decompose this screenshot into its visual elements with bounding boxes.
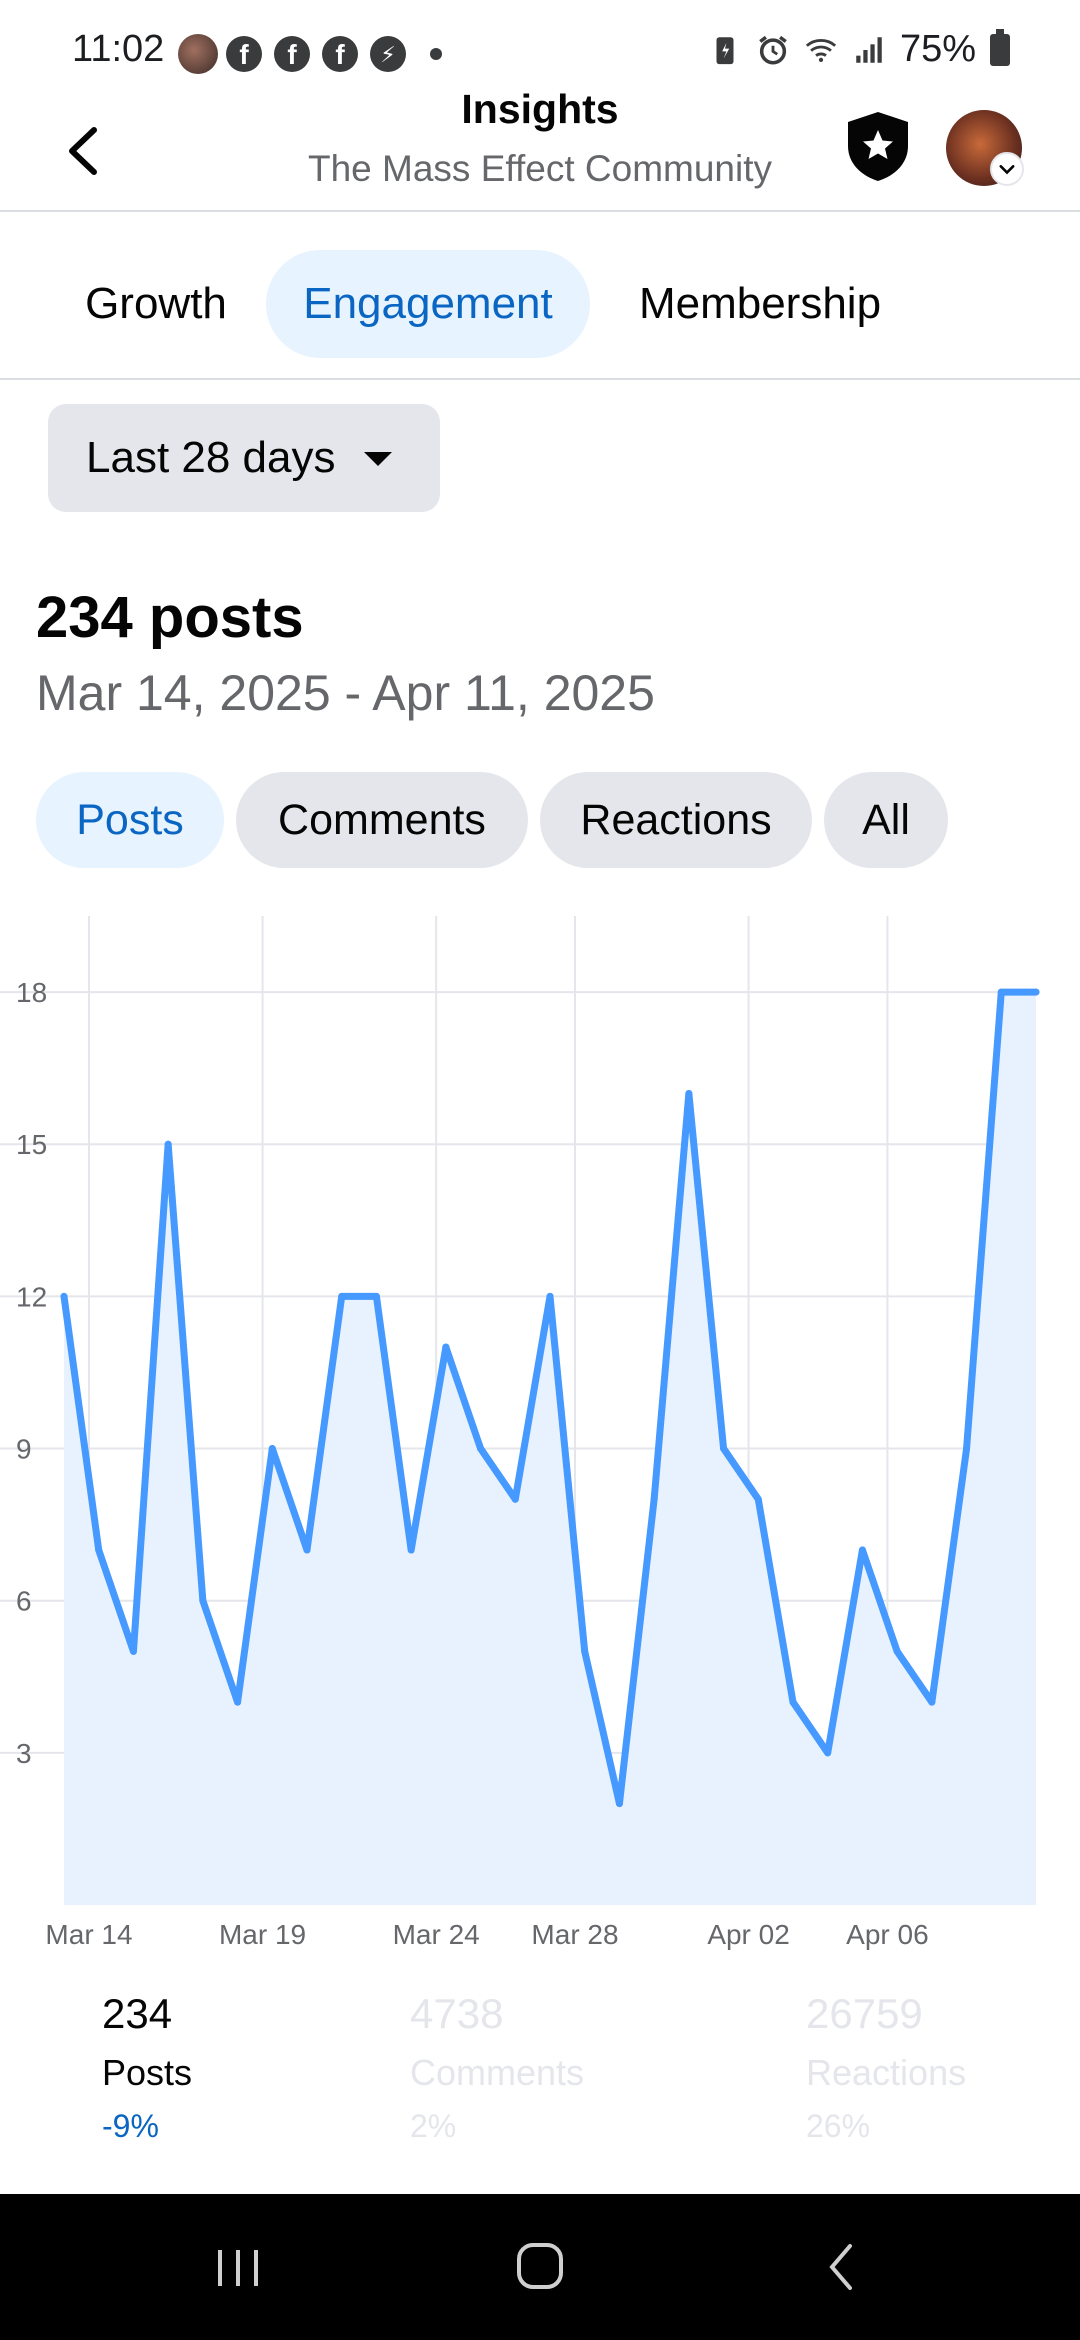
chart-data-point — [234, 1698, 242, 1706]
chart-x-tick-label: Apr 06 — [846, 1919, 929, 1950]
stat-posts[interactable]: 234 Posts -9% — [102, 1990, 192, 2145]
chart-data-point — [60, 1292, 68, 1300]
date-range-dropdown[interactable]: Last 28 days — [48, 404, 440, 512]
tab-engagement[interactable]: Engagement — [266, 250, 590, 358]
chart-y-tick-label: 12 — [16, 1281, 47, 1312]
facebook-icon: f — [274, 36, 310, 72]
alarm-icon — [759, 35, 787, 65]
stat-label: Comments — [410, 2052, 585, 2093]
insights-tabs: Growth Engagement Membership — [0, 214, 1080, 380]
battery-percentage: 75% — [899, 28, 976, 70]
chevron-down-icon[interactable] — [990, 152, 1024, 186]
status-time: 11:02 — [72, 28, 165, 70]
chart-svg: 3 6 9 12 15 18 Mar 14 Mar 19 Mar 24 Mar 28 Apr 02 A… — [0, 916, 1040, 1950]
date-range-label: Last 28 days — [86, 433, 336, 482]
stat-change: 26% — [806, 2108, 871, 2144]
home-icon[interactable] — [500, 2234, 580, 2300]
status-bar: 11:02 f f f ⚡ 75% — [0, 0, 1080, 100]
wifi-icon — [805, 38, 837, 62]
stat-value: 26759 — [806, 1990, 923, 2037]
chart-data-point — [199, 1597, 207, 1605]
summary-date-range: Mar 14, 2025 - Apr 11, 2025 — [36, 665, 655, 721]
tab-membership[interactable]: Membership — [610, 250, 910, 358]
caret-down-icon — [364, 452, 392, 466]
chart-data-point — [129, 1647, 137, 1655]
back-nav-icon[interactable] — [802, 2234, 882, 2300]
battery-saver-icon — [716, 36, 734, 64]
facebook-icon: f — [322, 36, 358, 72]
chart-y-tick-label: 9 — [16, 1434, 32, 1465]
chart-data-point — [268, 1445, 276, 1453]
admin-shield-icon[interactable] — [840, 108, 916, 184]
stat-label: Posts — [102, 2052, 193, 2093]
chart-data-point — [442, 1343, 450, 1351]
tab-growth[interactable]: Growth — [56, 250, 256, 358]
chart-data-point — [1032, 988, 1040, 996]
stat-reactions[interactable]: 26759 Reactions 26% — [806, 1990, 966, 2145]
battery-icon — [990, 28, 1010, 66]
posts-chart[interactable]: 3 6 9 12 15 18 Mar 14 Mar 19 Mar 24 Mar 28 Apr 02 A… — [0, 910, 1080, 1970]
chart-x-tick-label: Mar 14 — [45, 1919, 132, 1950]
chart-data-point — [372, 1292, 380, 1300]
chart-y-tick-label: 3 — [16, 1738, 32, 1769]
chart-x-tick-label: Mar 28 — [531, 1919, 618, 1950]
group-name: The Mass Effect Community — [307, 148, 773, 189]
page-title: Insights — [461, 86, 619, 132]
facebook-icon: f — [226, 36, 262, 72]
chart-data-point — [338, 1292, 346, 1300]
chart-data-point — [997, 988, 1005, 996]
system-nav-bar — [0, 2194, 1080, 2340]
messenger-icon: ⚡ — [370, 36, 406, 72]
chart-data-point — [789, 1698, 797, 1706]
chip-all[interactable]: All — [824, 772, 948, 868]
chart-x-tick-label: Apr 02 — [707, 1919, 790, 1950]
stat-value: 4738 — [410, 1990, 504, 2037]
chart-data-point — [477, 1445, 485, 1453]
chart-data-point — [720, 1445, 728, 1453]
chart-data-point — [893, 1647, 901, 1655]
chart-data-point — [95, 1546, 103, 1554]
stat-label: Reactions — [806, 2052, 967, 2093]
chart-data-point — [928, 1698, 936, 1706]
chart-data-point — [754, 1495, 762, 1503]
chart-data-point — [824, 1749, 832, 1757]
stat-value: 234 — [102, 1990, 173, 2037]
chart-data-point — [963, 1445, 971, 1453]
chart-y-tick-label: 15 — [16, 1129, 47, 1160]
chart-data-point — [511, 1495, 519, 1503]
chart-x-tick-label: Mar 24 — [393, 1919, 480, 1950]
stat-change: -9% — [102, 2108, 159, 2144]
chart-data-point — [650, 1495, 658, 1503]
recent-apps-icon[interactable] — [198, 2234, 278, 2300]
more-notifications-dot — [430, 48, 442, 60]
chip-reactions[interactable]: Reactions — [540, 772, 812, 868]
chip-posts[interactable]: Posts — [36, 772, 224, 868]
summary-title: 234 posts — [36, 585, 304, 650]
chart-data-point — [546, 1292, 554, 1300]
chart-y-tick-label: 6 — [16, 1586, 32, 1617]
chart-data-point — [407, 1546, 415, 1554]
chart-y-tick-label: 18 — [16, 977, 47, 1008]
chart-data-point — [164, 1140, 172, 1148]
chart-data-point — [685, 1090, 693, 1098]
stat-change: 2% — [410, 2108, 457, 2144]
chart-data-point — [581, 1647, 589, 1655]
stat-comments[interactable]: 4738 Comments 2% — [410, 1990, 584, 2145]
chart-x-tick-label: Mar 19 — [219, 1919, 306, 1950]
chart-data-point — [303, 1546, 311, 1554]
chart-data-point — [858, 1546, 866, 1554]
avatar-notification-icon — [178, 34, 218, 74]
signal-icon — [856, 36, 882, 63]
chart-data-point — [615, 1800, 623, 1808]
chip-comments[interactable]: Comments — [236, 772, 528, 868]
